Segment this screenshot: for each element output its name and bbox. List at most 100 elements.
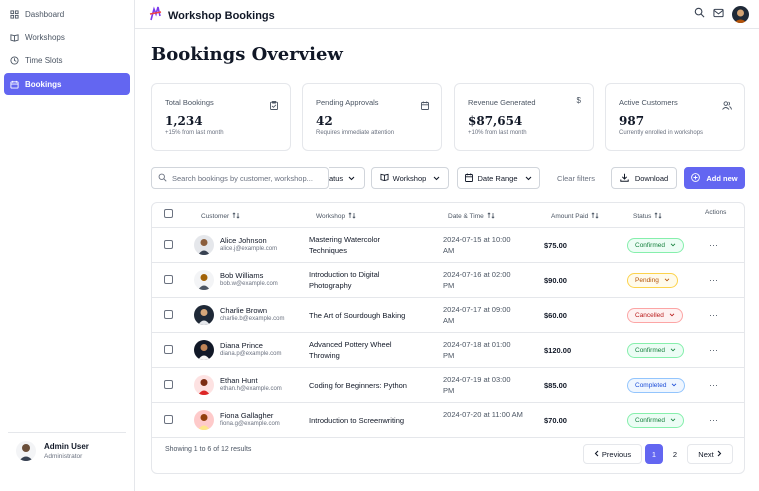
workshop-cell: Introduction to Screenwriting: [309, 416, 405, 425]
chevron-right-icon: [717, 450, 722, 459]
status-badge[interactable]: Confirmed: [627, 343, 684, 358]
row-checkbox[interactable]: [164, 415, 173, 424]
stat-value: 1,234: [165, 114, 203, 128]
datetime-cell: 2024-07-20 at 11:00 AM: [443, 410, 523, 419]
status-label: Confirmed: [635, 242, 665, 249]
column-header-workshop[interactable]: Workshop: [316, 212, 356, 221]
sidebar-item-time-slots[interactable]: Time Slots: [4, 49, 130, 71]
clipboard-icon: [270, 97, 278, 115]
table-row[interactable]: Alice Johnson alice.j@example.com Master…: [152, 228, 744, 263]
row-checkbox[interactable]: [164, 345, 173, 354]
stat-sub: +10% from last month: [468, 130, 527, 136]
pagination-summary: Showing 1 to 6 of 12 results: [165, 446, 252, 453]
avatar[interactable]: [732, 5, 749, 23]
status-badge[interactable]: Cancelled: [627, 308, 683, 323]
workshop-cell: Advanced Pottery Wheel Throwing: [309, 340, 392, 360]
user-profile[interactable]: Admin User Administrator: [16, 441, 89, 461]
chevron-left-icon: [594, 450, 599, 459]
download-button[interactable]: Download: [611, 167, 677, 189]
add-new-button[interactable]: Add new: [684, 167, 745, 189]
chevron-down-icon: [348, 174, 355, 183]
row-checkbox[interactable]: [164, 240, 173, 249]
dollar-icon: $: [576, 96, 581, 105]
customer-email: diana.p@example.com: [220, 351, 282, 357]
stat-card-active-customers: Active Customers 987 Currently enrolled …: [605, 83, 745, 151]
column-label: Status: [633, 213, 652, 220]
customer-name: Ethan Hunt: [220, 376, 258, 385]
clear-filters-button[interactable]: Clear filters: [549, 167, 603, 189]
customer-cell: Bob Williams bob.w@example.com: [220, 271, 278, 287]
sidebar-divider: [8, 432, 126, 433]
amount-cell: $75.00: [544, 241, 567, 250]
sidebar-item-bookings[interactable]: Bookings: [4, 73, 130, 95]
more-actions-icon[interactable]: ···: [709, 415, 718, 425]
table-row[interactable]: Diana Prince diana.p@example.com Advance…: [152, 333, 744, 368]
workshop-cell: Coding for Beginners: Python: [309, 381, 407, 390]
stat-label: Active Customers: [619, 98, 678, 107]
row-checkbox[interactable]: [164, 310, 173, 319]
workshop-filter[interactable]: Workshop: [371, 167, 449, 189]
page-button-2[interactable]: 2: [666, 444, 684, 464]
table-row[interactable]: Fiona Gallagher fiona.g@example.com Intr…: [152, 403, 744, 438]
mail-icon[interactable]: [713, 5, 724, 23]
datetime-cell: 2024-07-15 at 10:00 AM: [443, 235, 511, 255]
search-icon[interactable]: [694, 5, 705, 23]
more-actions-icon[interactable]: ···: [709, 240, 718, 250]
status-label: Cancelled: [635, 312, 664, 319]
column-header-datetime[interactable]: Date & Time: [448, 212, 495, 221]
status-badge[interactable]: Completed: [627, 378, 686, 393]
chevron-down-icon: [670, 347, 676, 354]
avatar: [194, 410, 214, 430]
amount-cell: $85.00: [544, 381, 567, 390]
previous-page-button[interactable]: Previous: [583, 444, 642, 464]
brand[interactable]: Workshop Bookings: [149, 6, 275, 26]
datetime-cell: 2024-07-18 at 01:00 PM: [443, 340, 511, 360]
avatar: [194, 270, 214, 290]
more-actions-icon[interactable]: ···: [709, 380, 718, 390]
more-actions-icon[interactable]: ···: [709, 345, 718, 355]
column-header-customer[interactable]: Customer: [201, 212, 240, 221]
chevron-down-icon: [671, 382, 677, 389]
customer-name: Alice Johnson: [220, 236, 267, 245]
status-badge[interactable]: Confirmed: [627, 413, 684, 428]
table-row[interactable]: Bob Williams bob.w@example.com Introduct…: [152, 263, 744, 298]
page-button-1[interactable]: 1: [645, 444, 663, 464]
table-header: Customer Workshop Date & Time Amount Pai…: [152, 203, 744, 228]
avatar: [16, 441, 36, 461]
search-input[interactable]: Search bookings by customer, workshop...: [151, 167, 329, 189]
next-label: Next: [698, 449, 714, 459]
date-range-filter[interactable]: Date Range: [457, 167, 540, 189]
customer-email: bob.w@example.com: [220, 281, 278, 287]
workshop-cell: The Art of Sourdough Baking: [309, 311, 406, 320]
sort-icon: [487, 212, 495, 221]
table-row[interactable]: Ethan Hunt ethan.h@example.com Coding fo…: [152, 368, 744, 403]
sidebar-item-label: Dashboard: [25, 9, 65, 19]
user-name: Admin User: [44, 442, 89, 451]
status-badge[interactable]: Confirmed: [627, 238, 684, 253]
select-all-checkbox[interactable]: [164, 209, 173, 218]
stat-sub: Currently enrolled in workshops: [619, 130, 704, 136]
sort-icon: [232, 212, 240, 221]
amount-cell: $90.00: [544, 276, 567, 285]
sidebar-item-workshops[interactable]: Workshops: [4, 26, 130, 48]
customer-cell: Ethan Hunt ethan.h@example.com: [220, 376, 282, 392]
status-filter[interactable]: atus: [329, 167, 365, 189]
row-checkbox[interactable]: [164, 380, 173, 389]
search-icon: [158, 173, 167, 184]
more-actions-icon[interactable]: ···: [709, 310, 718, 320]
clear-filters-label: Clear filters: [557, 173, 595, 183]
row-checkbox[interactable]: [164, 275, 173, 284]
calendar-icon: [10, 80, 19, 89]
customer-cell: Charlie Brown charlie.b@example.com: [220, 306, 284, 322]
next-page-button[interactable]: Next: [687, 444, 733, 464]
column-label: Date & Time: [448, 213, 484, 220]
column-header-amount[interactable]: Amount Paid: [551, 212, 599, 221]
column-header-status[interactable]: Status: [633, 212, 662, 221]
table-row[interactable]: Charlie Brown charlie.b@example.com The …: [152, 298, 744, 333]
sort-icon: [348, 212, 356, 221]
sidebar-item-dashboard[interactable]: Dashboard: [4, 3, 130, 25]
previous-label: Previous: [601, 449, 632, 459]
more-actions-icon[interactable]: ···: [709, 275, 718, 285]
status-badge[interactable]: Pending: [627, 273, 678, 288]
column-label: Customer: [201, 213, 230, 220]
